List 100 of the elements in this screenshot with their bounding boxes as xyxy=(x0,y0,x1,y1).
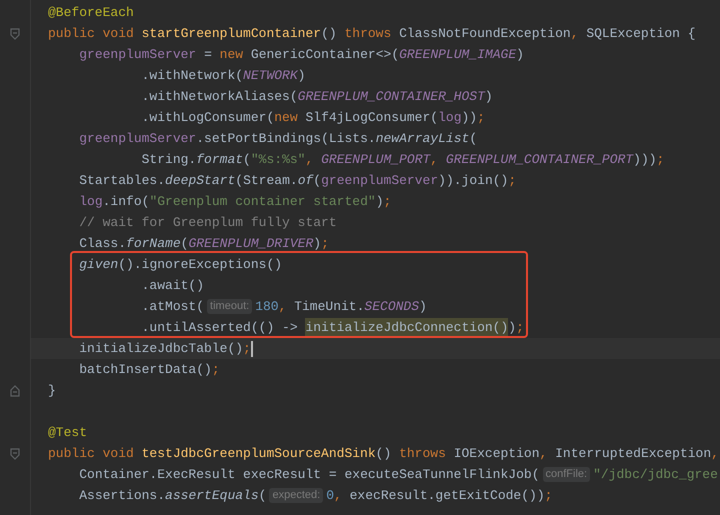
code-token: .untilAsserted(() -> xyxy=(142,318,299,337)
code-token: ) xyxy=(516,46,524,64)
code-token: .atMost( xyxy=(142,298,204,316)
code-token: ; xyxy=(516,318,524,337)
code-token: ; xyxy=(544,486,552,505)
code-token: Class. xyxy=(79,234,126,253)
code-token: execResult.getExitCode()) xyxy=(350,486,545,505)
string-literal: "/jdbc/jdbc_gree xyxy=(593,466,718,484)
code-token: greenplumServer xyxy=(321,172,438,190)
code-token: forName xyxy=(126,234,181,253)
text-caret xyxy=(250,340,253,356)
code-token: GREENPLUM_DRIVER xyxy=(188,234,314,253)
code-token: of xyxy=(298,172,314,190)
code-token: SQLException { xyxy=(586,24,696,43)
string-literal: "Greenplum container started" xyxy=(149,192,376,211)
code-token: } xyxy=(48,382,56,400)
code-token: () xyxy=(321,24,338,43)
code-token: new xyxy=(274,108,299,127)
code-token: greenplumServer xyxy=(79,46,196,64)
code-token: ) xyxy=(419,298,427,316)
code-token: ; xyxy=(243,340,251,358)
code-token: , xyxy=(278,298,288,316)
parameter-hint: expected: xyxy=(269,488,324,503)
code-token: ) xyxy=(313,234,322,253)
fold-icon[interactable] xyxy=(10,28,20,40)
code-token: ; xyxy=(477,108,485,127)
code-token: , xyxy=(711,444,719,463)
code-token: format xyxy=(196,150,244,169)
code-token: new xyxy=(220,46,244,64)
code-token: ( xyxy=(469,130,478,148)
code-token: ) xyxy=(484,88,493,106)
code-token: , xyxy=(430,150,440,169)
code-token: ( xyxy=(180,234,188,253)
code-token: given xyxy=(79,256,118,274)
code-token: startGreenplumContainer xyxy=(142,24,322,43)
code-token: .info( xyxy=(102,192,150,211)
code-token: GREENPLUM_CONTAINER_PORT xyxy=(446,150,634,169)
code-token: )) xyxy=(462,108,478,127)
code-token: log xyxy=(79,192,103,211)
code-token: greenplumServer xyxy=(79,130,196,148)
code-token: Container.ExecResult execResult = executeSeaTunnelFlinkJob( xyxy=(79,466,540,484)
code-token: ) xyxy=(376,192,384,211)
code-token: )).join() xyxy=(438,172,508,190)
code-token: ; xyxy=(321,234,329,253)
code-token: log xyxy=(438,108,462,127)
code-token: ) xyxy=(298,66,306,85)
code-token: 180 xyxy=(255,298,279,316)
code-token: .withNetworkAliases( xyxy=(142,88,298,106)
code-token: ; xyxy=(384,192,392,211)
code-token: batchInsertData() xyxy=(79,360,212,379)
code-token: TimeUnit. xyxy=(294,298,364,316)
code-token: ClassNotFoundException xyxy=(399,24,571,43)
code-token: testJdbcGreenplumSourceAndSink xyxy=(142,444,376,463)
code-token: .withNetwork( xyxy=(142,66,244,85)
string-literal: "%s:%s" xyxy=(250,150,306,169)
code-token: IOException xyxy=(454,444,540,463)
code-token: (Stream. xyxy=(235,172,298,190)
code-token: , xyxy=(570,24,580,43)
code-token: GREENPLUM_CONTAINER_HOST xyxy=(298,88,485,106)
code-token: public void xyxy=(48,24,135,43)
code-token: InterruptedException xyxy=(555,444,712,463)
code-token: , xyxy=(540,444,548,463)
code-token: @Test xyxy=(48,424,88,442)
parameter-hint: timeout: xyxy=(207,299,252,314)
code-token: 0 xyxy=(326,486,334,505)
code-token: ; xyxy=(508,172,516,190)
code-token: deepStart xyxy=(165,172,236,190)
highlighted-usage: initializeJdbcConnection() xyxy=(305,318,508,338)
code-token: newArrayList xyxy=(376,130,470,148)
code-token: ) xyxy=(508,318,516,337)
code-token: @BeforeEach xyxy=(48,4,134,22)
code-comment: // wait for Greenplum fully start xyxy=(79,214,337,232)
code-token: ))) xyxy=(633,150,657,169)
code-token: = xyxy=(204,46,213,64)
code-token: ; xyxy=(212,360,220,379)
parameter-hint: confFile: xyxy=(542,467,590,482)
code-token: Slf4jLogConsumer( xyxy=(305,108,438,127)
code-token: ().ignoreExceptions() xyxy=(118,256,282,274)
code-token: () xyxy=(376,444,392,463)
code-token: , xyxy=(305,150,314,169)
code-token: NETWORK xyxy=(243,66,298,85)
code-token: Assertions. xyxy=(79,486,166,505)
code-token: ( xyxy=(243,150,251,169)
code-token: initializeJdbcTable() xyxy=(79,340,244,358)
code-token: Startables. xyxy=(79,172,166,190)
code-token: , xyxy=(334,486,343,505)
fold-icon[interactable] xyxy=(10,384,20,396)
code-token: GREENPLUM_IMAGE xyxy=(399,46,516,64)
code-token: ( xyxy=(258,486,266,505)
fold-icon[interactable] xyxy=(10,448,20,460)
code-token: .await() xyxy=(142,276,204,295)
code-token: ( xyxy=(313,172,322,190)
code-token: String. xyxy=(142,150,196,169)
code-token: ; xyxy=(656,150,664,169)
code-token: public void xyxy=(48,444,135,463)
code-token: .withLogConsumer( xyxy=(142,108,274,127)
code-token: GREENPLUM_PORT xyxy=(321,150,430,169)
code-token: SECONDS xyxy=(364,298,420,316)
code-token: GenericContainer<>( xyxy=(250,46,400,64)
code-token: assertEquals xyxy=(165,486,259,505)
